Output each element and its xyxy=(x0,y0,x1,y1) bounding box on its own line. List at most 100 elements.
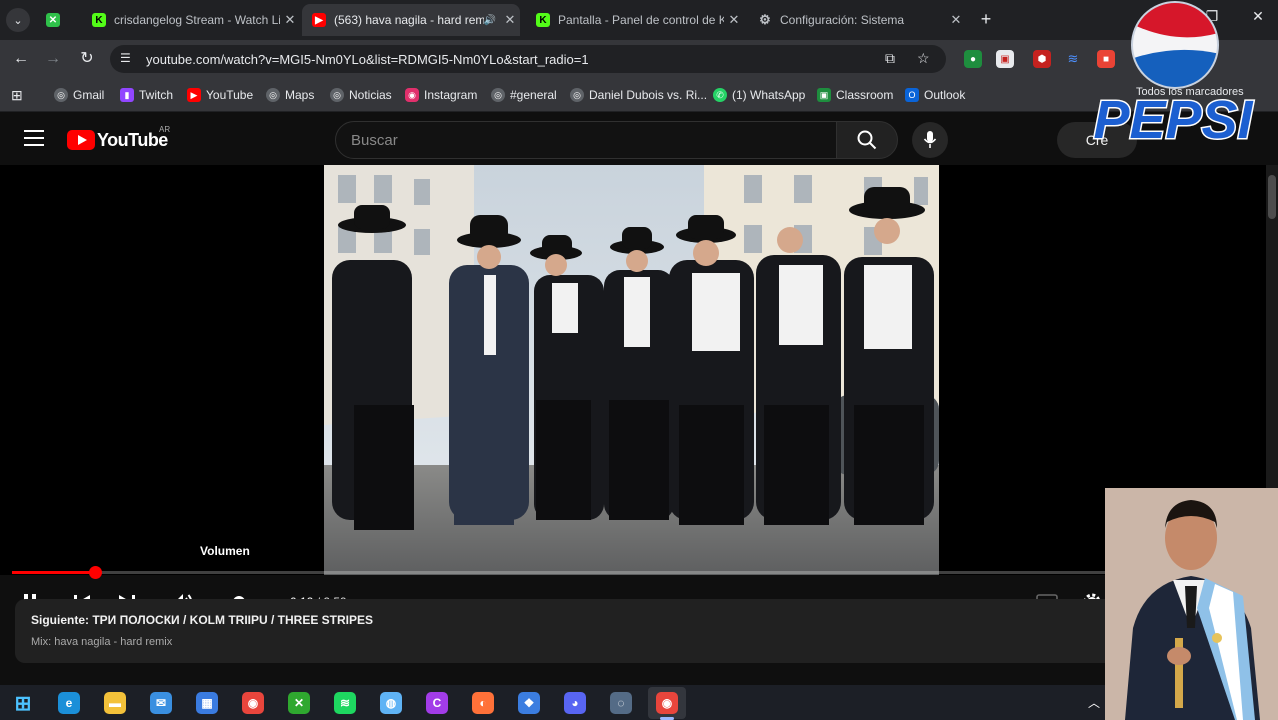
site-info-icon[interactable]: ☰ xyxy=(120,51,131,65)
voice-search-button[interactable] xyxy=(912,122,948,158)
back-button[interactable]: ← xyxy=(10,48,32,70)
globe-icon: ◎ xyxy=(491,88,505,102)
globe-icon: ◎ xyxy=(266,88,280,102)
bookmark-label: Outlook xyxy=(924,88,966,102)
next-up-playlist: Mix: hava nagila - hard remix xyxy=(31,636,173,648)
xbox-icon: ✕ xyxy=(46,13,60,27)
tab-kick-stream[interactable]: K crisdangelog Stream - Watch Li ✕ xyxy=(82,4,300,36)
mail-icon[interactable]: ✉ xyxy=(150,692,172,714)
twitch-icon: ▮ xyxy=(120,88,134,102)
search-icon xyxy=(857,130,877,150)
bookmark-star-icon[interactable]: ☆ xyxy=(917,50,930,67)
country-code: AR xyxy=(159,125,171,134)
microphone-icon xyxy=(923,131,937,148)
bookmark-twitch[interactable]: ▮ Twitch xyxy=(120,86,173,104)
close-icon[interactable]: ✕ xyxy=(946,12,966,28)
globe-icon: ◎ xyxy=(570,88,584,102)
speaker-icon[interactable]: 🔊 xyxy=(484,15,496,26)
bookmark-dubois[interactable]: ◎ Daniel Dubois vs. Ri... xyxy=(570,86,707,104)
tab-title: Configuración: Sistema xyxy=(780,13,905,27)
kick-icon: K xyxy=(92,13,106,27)
tab-kick-panel[interactable]: K Pantalla - Panel de control de K ✕ xyxy=(526,4,744,36)
scrollbar-thumb[interactable] xyxy=(1268,175,1276,219)
bookmark-label: Instagram xyxy=(424,88,478,102)
globe-icon: ◎ xyxy=(330,88,344,102)
new-tab-button[interactable]: + xyxy=(976,9,996,29)
bookmark-maps[interactable]: ◎ Maps xyxy=(266,86,314,104)
extension-save-icon[interactable]: ▣ xyxy=(996,50,1014,68)
progress-bar[interactable] xyxy=(12,571,1254,574)
windows-taskbar: ⊞ e ▬ ✉ ▦ ◉ ✕ ≋ ◍ C ◐ ❖ ◕ ◌ ◉ ︿ xyxy=(0,685,1105,720)
tab-search-button[interactable]: ⌄ xyxy=(6,8,30,32)
classroom-icon: ▣ xyxy=(817,88,831,102)
windows-start-icon[interactable]: ⊞ xyxy=(12,692,34,715)
kick-icon: K xyxy=(536,13,550,27)
close-icon[interactable]: ✕ xyxy=(280,12,300,28)
bookmark-instagram[interactable]: ◉ Instagram xyxy=(405,86,477,104)
bookmark-label: Gmail xyxy=(73,88,105,102)
bookmark-label: Maps xyxy=(285,88,315,102)
forward-button[interactable]: → xyxy=(42,48,64,70)
extension-adblock-icon[interactable]: ⬢ xyxy=(1033,50,1051,68)
apps-grid-icon[interactable]: ⊞ xyxy=(11,87,27,103)
address-bar[interactable]: ☰ youtube.com/watch?v=MGI5-Nm0YLo&list=R… xyxy=(110,45,946,73)
next-up-card[interactable]: Siguiente: ТРИ ПОЛОСКИ / KOLM TRIIPU / T… xyxy=(15,599,1115,663)
tab-youtube[interactable]: ▶ (563) hava nagila - hard rem 🔊 ✕ xyxy=(302,4,520,36)
tab-title: (563) hava nagila - hard rem xyxy=(334,13,484,27)
bookmark-classroom[interactable]: ▣ Classroom xyxy=(817,86,893,104)
globe-app-icon[interactable]: ◍ xyxy=(380,692,402,714)
progress-played xyxy=(12,571,96,574)
youtube-play-icon xyxy=(67,130,95,150)
progress-scrubber[interactable] xyxy=(89,566,103,579)
firefox-icon[interactable]: ◐ xyxy=(472,692,494,714)
file-explorer-icon[interactable]: ▬ xyxy=(104,692,126,714)
video-still-image xyxy=(324,165,939,575)
store-icon[interactable]: ▦ xyxy=(196,692,218,714)
reload-button[interactable]: ↻ xyxy=(76,48,98,70)
url-text[interactable]: youtube.com/watch?v=MGI5-Nm0YLo&list=RDM… xyxy=(146,52,589,67)
bookmark-label: YouTube xyxy=(206,88,254,102)
bookmark-label: Twitch xyxy=(139,88,174,102)
search-input[interactable]: Buscar xyxy=(335,121,837,159)
video-player[interactable]: Volumen 0:12 / 2:59 xyxy=(0,165,1266,620)
bookmark-gmail[interactable]: ◎ Gmail xyxy=(54,86,104,104)
canva-icon[interactable]: C xyxy=(426,692,448,714)
bookmark-noticias[interactable]: ◎ Noticias xyxy=(330,86,392,104)
instagram-icon: ◉ xyxy=(405,88,419,102)
pepsi-logo-overlay: PEPSI xyxy=(1068,0,1278,152)
steam-icon[interactable]: ◌ xyxy=(610,692,632,714)
volume-tooltip: Volumen xyxy=(200,544,250,558)
tab-xbox[interactable]: ✕ xyxy=(36,4,80,36)
youtube-logo[interactable]: YouTube AR xyxy=(67,125,170,151)
close-icon[interactable]: ✕ xyxy=(724,12,744,28)
search-button[interactable] xyxy=(836,121,898,159)
whatsapp-icon: ✆ xyxy=(713,88,727,102)
tab-title: crisdangelog Stream - Watch Li xyxy=(114,13,280,27)
bookmark-label: #general xyxy=(510,88,557,102)
youtube-icon: ▶ xyxy=(312,13,326,27)
bookmark-whatsapp[interactable]: ✆ (1) WhatsApp xyxy=(713,86,805,104)
discord-icon[interactable]: ◕ xyxy=(564,692,586,714)
chrome-icon[interactable]: ◉ xyxy=(242,692,264,714)
bookmark-youtube[interactable]: ▶ YouTube xyxy=(187,86,253,104)
edge-icon[interactable]: e xyxy=(58,692,80,714)
close-icon[interactable]: ✕ xyxy=(500,12,520,28)
vscode-icon[interactable]: ❖ xyxy=(518,692,540,714)
xbox-icon[interactable]: ✕ xyxy=(288,692,310,714)
hamburger-menu-icon[interactable] xyxy=(24,130,44,146)
youtube-page: YouTube AR Buscar Cre Volumen Siguiente:… xyxy=(0,113,1278,685)
cast-icon[interactable]: ⧉ xyxy=(885,50,895,67)
youtube-icon: ▶ xyxy=(187,88,201,102)
tab-settings[interactable]: ⚙ Configuración: Sistema ✕ xyxy=(748,4,966,36)
bookmark-label: Classroom xyxy=(836,88,894,102)
bookmark-general[interactable]: ◎ #general xyxy=(491,86,557,104)
spotify-icon[interactable]: ≋ xyxy=(334,692,356,714)
svg-text:PEPSI: PEPSI xyxy=(1093,90,1253,150)
portrait-photo-overlay xyxy=(1105,488,1278,720)
bookmark-label: Daniel Dubois vs. Ri... xyxy=(589,88,708,102)
video-frame[interactable] xyxy=(324,165,939,575)
chrome-active-icon[interactable]: ◉ xyxy=(656,692,678,714)
extension-shield-icon[interactable]: ● xyxy=(964,50,982,68)
tray-chevron-icon[interactable]: ︿ xyxy=(1088,694,1100,711)
bookmark-outlook[interactable]: O Outlook xyxy=(905,86,965,104)
